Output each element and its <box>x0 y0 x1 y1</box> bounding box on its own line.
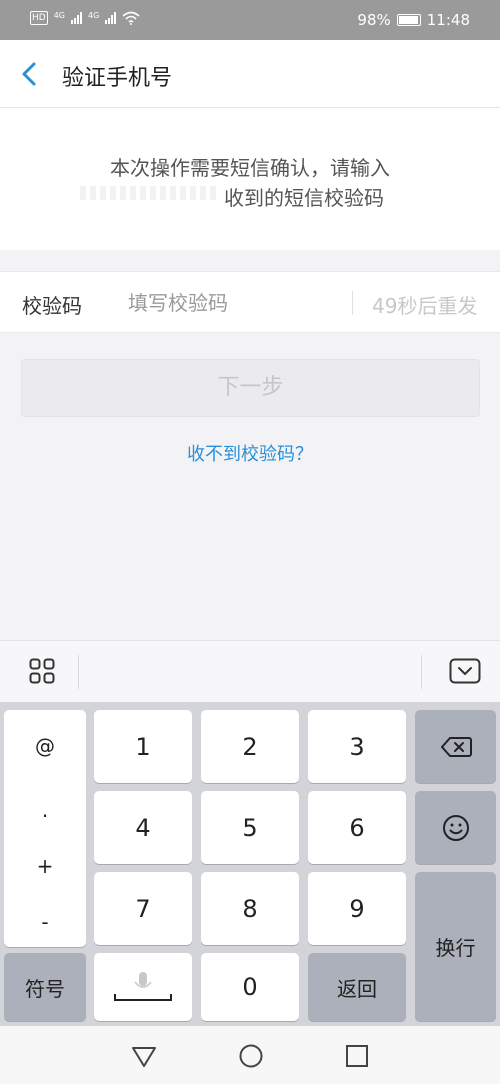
key-7[interactable]: 7 <box>94 872 192 945</box>
status-right: 98% 11:48 <box>357 11 470 29</box>
key-2[interactable]: 2 <box>201 710 299 783</box>
voice-key[interactable] <box>94 953 192 1021</box>
no-code-link[interactable]: 收不到校验码？ <box>0 440 500 466</box>
info-text-line1: 本次操作需要短信确认，请输入 <box>110 156 390 180</box>
code-row: 校验码 49秒后重发 <box>0 271 500 333</box>
key-at[interactable]: @ <box>4 734 86 758</box>
key-1[interactable]: 1 <box>94 710 192 783</box>
backspace-key[interactable] <box>415 710 496 783</box>
backspace-icon <box>440 736 472 757</box>
numeric-keyboard: @ . + - 1 2 3 4 5 6 7 8 9 换行 符号 0 返回 <box>0 702 500 1026</box>
masked-phone-number <box>80 186 220 200</box>
info-block: 本次操作需要短信确认，请输入 收到的短信校验码 <box>0 108 500 250</box>
system-nav-bar <box>0 1026 500 1084</box>
key-dot[interactable]: . <box>4 798 86 822</box>
key-9[interactable]: 9 <box>308 872 406 945</box>
code-label: 校验码 <box>22 294 82 318</box>
signal-icon-2 <box>105 12 117 24</box>
symbol-column: @ . + - <box>4 710 86 947</box>
key-plus[interactable]: + <box>4 854 86 878</box>
microphone-icon <box>114 972 172 1001</box>
wifi-icon <box>122 11 140 25</box>
toolbar-divider-right <box>421 655 422 689</box>
keyboard-collapse-icon[interactable] <box>449 658 481 684</box>
network-type-2: 4G <box>88 11 100 20</box>
battery-icon <box>396 14 421 26</box>
symbol-key[interactable]: 符号 <box>4 953 86 1021</box>
key-6[interactable]: 6 <box>308 791 406 864</box>
clock: 11:48 <box>426 11 470 29</box>
code-divider <box>352 291 353 315</box>
battery-percent: 98% <box>357 11 391 29</box>
nav-recents-icon[interactable] <box>344 1043 370 1069</box>
emoji-icon <box>442 814 469 841</box>
key-8[interactable]: 8 <box>201 872 299 945</box>
key-4[interactable]: 4 <box>94 791 192 864</box>
hd-badge: HD <box>30 11 48 25</box>
key-5[interactable]: 5 <box>201 791 299 864</box>
return-key[interactable]: 返回 <box>308 953 406 1021</box>
key-0[interactable]: 0 <box>201 953 299 1021</box>
back-arrow-icon[interactable] <box>14 58 46 90</box>
grid-icon[interactable] <box>29 658 55 684</box>
enter-key[interactable]: 换行 <box>415 872 496 1021</box>
network-type-1: 4G <box>53 11 65 20</box>
nav-bar: 验证手机号 <box>0 40 500 108</box>
signal-icon-1 <box>71 12 82 24</box>
key-minus[interactable]: - <box>4 910 86 934</box>
keyboard-toolbar <box>0 640 500 702</box>
nav-back-icon[interactable] <box>131 1043 157 1069</box>
page-title: 验证手机号 <box>62 66 173 91</box>
next-button[interactable]: 下一步 <box>21 359 480 417</box>
status-bar: HD 4G 4G 98% 11:48 <box>0 0 500 40</box>
status-left: HD 4G 4G <box>30 11 140 25</box>
key-3[interactable]: 3 <box>308 710 406 783</box>
emoji-key[interactable] <box>415 791 496 864</box>
code-input[interactable] <box>128 286 338 320</box>
nav-home-icon[interactable] <box>238 1043 264 1069</box>
resend-countdown: 49秒后重发 <box>372 294 478 318</box>
info-text-line2: 收到的短信校验码 <box>224 186 384 210</box>
toolbar-divider-left <box>78 655 79 689</box>
